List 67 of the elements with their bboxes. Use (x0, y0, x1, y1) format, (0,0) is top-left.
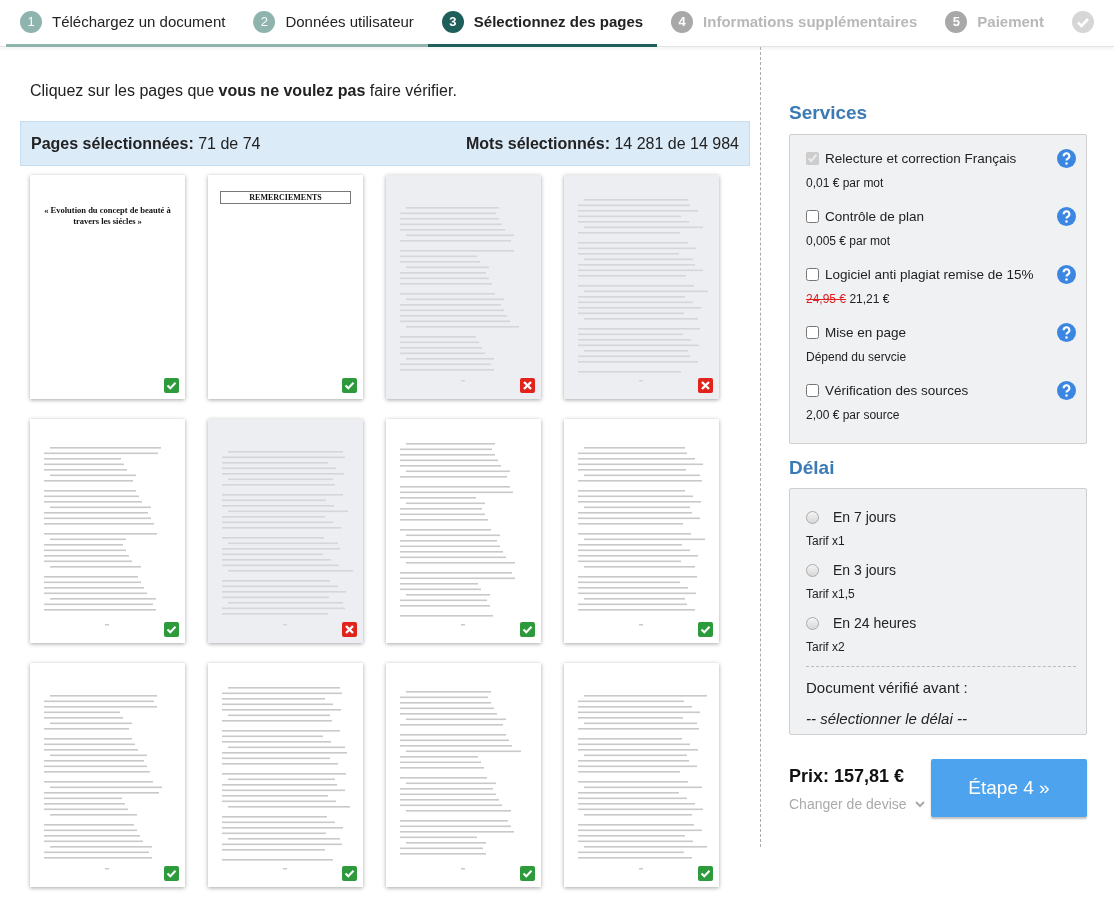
check-icon (164, 378, 179, 393)
page-thumbnail[interactable] (208, 419, 363, 643)
cross-icon (698, 378, 713, 393)
service-label: Relecture et correction Français (825, 149, 1017, 168)
check-icon (698, 866, 713, 881)
service-price: 0,01 € par mot (806, 174, 885, 192)
radio-button[interactable] (806, 510, 819, 524)
check-icon (164, 866, 179, 881)
checkbox[interactable] (806, 384, 819, 397)
page-thumbnail[interactable]: REMERCIEMENTS (208, 175, 363, 399)
page-heading: REMERCIEMENTS (220, 191, 351, 204)
check-icon (520, 866, 535, 881)
rate-text: Tarif x2 (806, 639, 846, 656)
radio-button[interactable] (806, 616, 819, 630)
checkbox[interactable] (806, 268, 819, 281)
help-icon[interactable] (1057, 381, 1076, 400)
page-title: « Evolution du concept de beauté à travers les siécles » (43, 205, 172, 228)
price-total: Prix: 157,81 € (789, 765, 906, 788)
checkbox[interactable] (806, 210, 819, 223)
service-price: 24,95 € 21,21 € (806, 290, 891, 308)
page-thumbnail[interactable] (386, 419, 541, 643)
page-thumbnail[interactable] (30, 663, 185, 887)
pages-count: Pages sélectionnées: 71 de 74 (31, 133, 261, 154)
service-label: Mise en page (825, 323, 907, 342)
check-icon (1072, 11, 1094, 33)
step-tab[interactable]: 1 Téléchargez un document (6, 0, 240, 47)
deadline-value: -- sélectionner le délai -- (806, 708, 968, 729)
check-icon (342, 866, 357, 881)
rate-text: Tarif x1 (806, 533, 846, 550)
service-price: Dépend du servcie (806, 348, 908, 366)
service-price: 0,005 € par mot (806, 232, 892, 250)
words-count: Mots sélectionnés: 14 281 de 14 984 (465, 133, 739, 154)
radio-button[interactable] (806, 563, 819, 577)
delay-heading: Délai (789, 455, 836, 480)
page-thumbnail[interactable] (386, 175, 541, 399)
chevron-down-icon (914, 801, 925, 808)
help-icon[interactable] (1057, 265, 1076, 284)
deadline-label: Document vérifié avant : (806, 678, 969, 698)
page-thumbnail[interactable]: « Evolution du concept de beauté à travers les siécles » (30, 175, 185, 399)
delay-option-label: En 24 heures (833, 614, 917, 633)
cross-icon (520, 378, 535, 393)
step-tab[interactable]: 3 Sélectionnez des pages (427, 0, 658, 47)
page-thumbnail[interactable] (564, 663, 719, 887)
page-thumbnail[interactable] (386, 663, 541, 887)
delay-option-label: En 3 jours (833, 561, 897, 580)
help-icon[interactable] (1057, 207, 1076, 226)
instruction-text: Cliquez sur les pages que vous ne voulez pas faire vérifier. (30, 81, 458, 101)
service-label: Contrôle de plan (825, 207, 925, 226)
service-label: Logiciel anti plagiat remise de 15% (825, 265, 1034, 284)
check-icon (698, 622, 713, 637)
rate-text: Tarif x1,5 (806, 586, 856, 603)
check-icon (164, 622, 179, 637)
check-icon (520, 622, 535, 637)
service-price: 2,00 € par source (806, 406, 901, 424)
check-icon (342, 378, 357, 393)
cross-icon (342, 622, 357, 637)
page-thumbnail[interactable] (208, 663, 363, 887)
delay-option-label: En 7 jours (833, 508, 897, 527)
page-thumbnail[interactable] (564, 175, 719, 399)
page-thumbnail[interactable] (30, 419, 185, 643)
help-icon[interactable] (1057, 323, 1076, 342)
page-thumbnail[interactable] (564, 419, 719, 643)
checkbox[interactable] (806, 326, 819, 339)
step-tab[interactable]: 2 Données utilisateur (239, 0, 428, 47)
service-label: Vérification des sources (825, 381, 969, 400)
services-heading: Services (789, 101, 869, 125)
help-icon[interactable] (1057, 149, 1076, 168)
